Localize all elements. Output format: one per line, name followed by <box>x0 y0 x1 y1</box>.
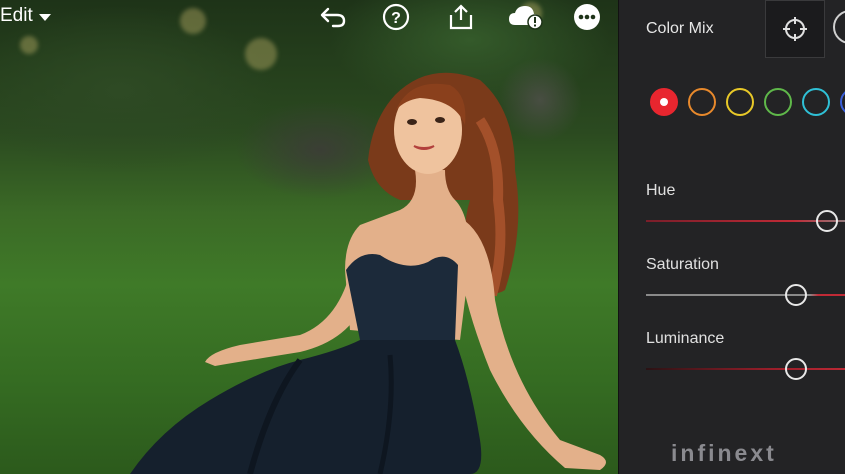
share-icon[interactable] <box>446 2 476 32</box>
hue-label: Hue <box>646 182 676 199</box>
top-toolbar: Edit ? <box>0 0 618 34</box>
swatch-red[interactable] <box>650 88 678 116</box>
chevron-down-icon <box>38 13 51 21</box>
swatch-aqua[interactable] <box>802 88 830 116</box>
luminance-slider-knob[interactable] <box>785 358 807 380</box>
hue-slider-knob[interactable] <box>816 210 838 232</box>
luminance-slider: Luminance <box>646 330 845 380</box>
edit-mode-menu[interactable]: Edit <box>0 5 51 27</box>
target-adjust-button[interactable] <box>765 0 825 58</box>
lightroom-editor: Edit ? Color Mix Hue Saturation Luminanc… <box>0 0 845 474</box>
photo-canvas[interactable]: Edit ? <box>0 0 618 474</box>
subject-woman <box>130 72 606 474</box>
saturation-slider-knob[interactable] <box>785 284 807 306</box>
saturation-label: Saturation <box>646 256 719 273</box>
selected-dot <box>660 98 668 106</box>
color-swatch-row <box>650 88 845 116</box>
help-icon[interactable]: ? <box>381 2 411 32</box>
hue-slider: Hue <box>646 182 845 232</box>
watermark-text: infinext <box>671 440 777 466</box>
reset-circle-button[interactable] <box>833 10 845 44</box>
swatch-blue[interactable] <box>840 88 845 116</box>
swatch-green[interactable] <box>764 88 792 116</box>
luminance-label: Luminance <box>646 330 725 347</box>
edit-menu-label: Edit <box>0 5 33 26</box>
svg-text:?: ? <box>391 10 401 27</box>
saturation-track[interactable] <box>646 294 845 296</box>
saturation-slider: Saturation <box>646 256 845 306</box>
crosshair-icon <box>783 17 807 41</box>
swatch-orange[interactable] <box>688 88 716 116</box>
more-icon[interactable] <box>572 2 602 32</box>
undo-icon[interactable] <box>318 2 348 32</box>
cloud-alert-icon[interactable] <box>506 2 546 32</box>
color-mix-panel: Color Mix Hue Saturation Luminance infin… <box>618 0 845 474</box>
panel-title: Color Mix <box>646 20 714 37</box>
swatch-yellow[interactable] <box>726 88 754 116</box>
luminance-track[interactable] <box>646 368 845 370</box>
